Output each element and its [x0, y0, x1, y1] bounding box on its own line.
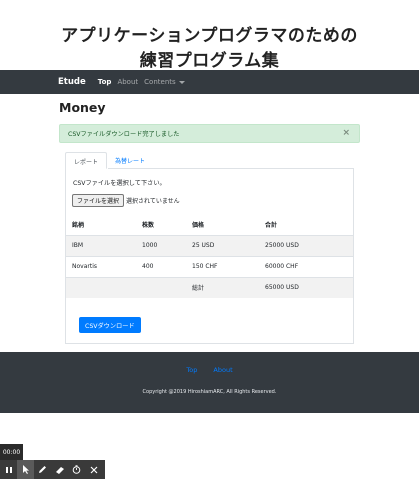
table-header-row: 銘柄 株数 価格 合計 — [66, 215, 353, 236]
pause-icon[interactable] — [0, 460, 17, 479]
csv-download-button[interactable]: CSVダウンロード — [79, 317, 141, 333]
success-alert: CSVファイルダウンロード完了しました × — [59, 124, 360, 143]
table-cell: 65000 USD — [259, 276, 353, 298]
title-line-1: アプリケーションプログラマのための — [61, 26, 358, 46]
footer — [0, 352, 419, 413]
table-row: Novartis 400 150 CHF 60000 CHF — [66, 255, 353, 277]
table-cell: 25000 USD — [259, 234, 353, 256]
column-header: 合計 — [259, 215, 353, 236]
navbar-brand[interactable]: Etude — [58, 77, 86, 87]
tab-bar: レポート 為替レート — [65, 152, 153, 169]
column-header: 株数 — [136, 215, 186, 236]
file-status: 選択されていません — [126, 198, 180, 205]
timer-icon[interactable] — [68, 460, 85, 479]
choose-file-button[interactable]: ファイルを選択 — [72, 194, 125, 207]
copyright: Copyright @2019 HiroshiamARC, All Rights… — [142, 389, 277, 395]
nav-link-about[interactable]: About — [117, 78, 138, 86]
pen-icon[interactable] — [34, 460, 51, 479]
tab-exchange-rate[interactable]: 為替レート — [107, 152, 153, 169]
column-header: 価格 — [186, 215, 259, 236]
nav-dropdown-contents[interactable]: Contents — [144, 78, 185, 86]
caret-down-icon — [178, 80, 185, 84]
table-cell: 25 USD — [186, 234, 259, 256]
footer-link-about[interactable]: About — [213, 366, 232, 374]
tab-report[interactable]: レポート — [65, 152, 108, 169]
table-cell: 400 — [136, 255, 186, 277]
table-row: IBM 1000 25 USD 25000 USD — [66, 234, 353, 256]
table-cell: 1000 — [136, 234, 186, 256]
table-cell: 60000 CHF — [259, 255, 353, 277]
close-icon[interactable]: × — [342, 128, 350, 138]
table-cell: 総計 — [186, 276, 259, 298]
alert-message: CSVファイルダウンロード完了しました — [68, 131, 180, 138]
pointer-icon[interactable] — [17, 460, 34, 479]
table-total-row: 総計 65000 USD — [66, 276, 353, 298]
footer-links: Top About — [0, 366, 419, 374]
table-cell: Novartis — [66, 255, 136, 277]
recorder-toolbar — [0, 460, 105, 479]
table-cell: IBM — [66, 234, 136, 256]
navbar: Etude Top About Contents — [0, 70, 419, 94]
close-icon[interactable] — [85, 460, 102, 479]
nav-link-top[interactable]: Top — [98, 78, 112, 86]
table-cell — [66, 276, 136, 298]
title-line-2: 練習プログラム集 — [139, 51, 280, 71]
recording-timer: 00:00 — [0, 444, 23, 460]
table-cell — [136, 276, 186, 298]
column-header: 銘柄 — [66, 215, 136, 236]
page-heading: Money — [59, 100, 106, 115]
nav-dropdown-label: Contents — [144, 78, 176, 86]
upload-prompt: CSVファイルを選択して下さい。 — [73, 180, 166, 187]
portfolio-table: 銘柄 株数 価格 合計 IBM 1000 25 USD 25000 USD No… — [66, 215, 353, 298]
highlighter-icon[interactable] — [51, 460, 68, 479]
footer-link-top[interactable]: Top — [186, 366, 197, 374]
table-cell: 150 CHF — [186, 255, 259, 277]
